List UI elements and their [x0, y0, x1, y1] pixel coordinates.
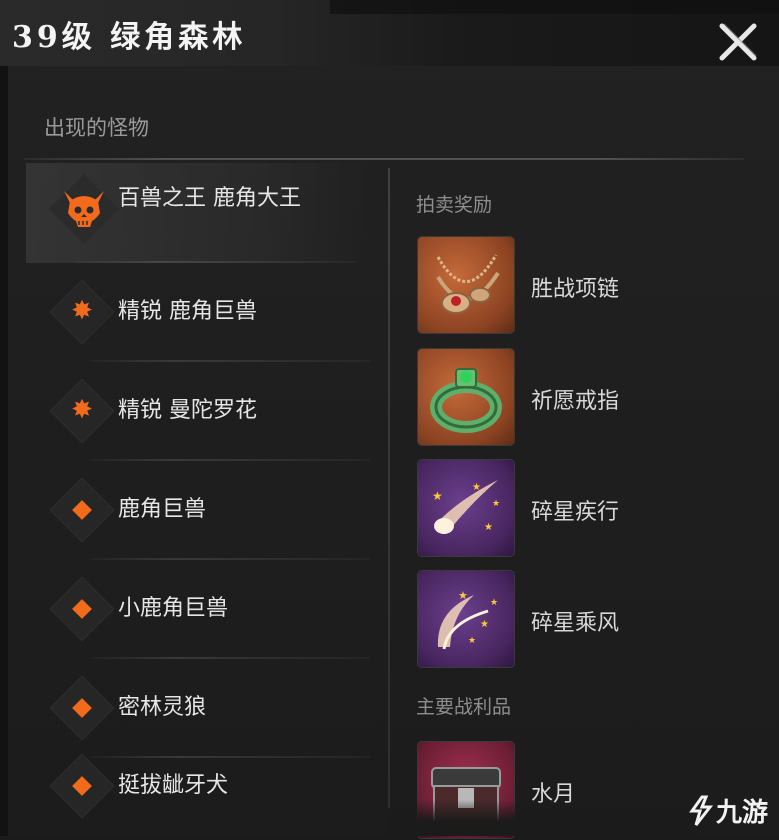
comet-icon: ★ ★ ★ ★ — [418, 460, 514, 556]
monster-name: 小鹿角巨兽 — [118, 596, 229, 621]
comet-wind-icon: ★ ★ ★ ★ — [418, 571, 514, 667]
monster-name: 密林灵狼 — [118, 695, 207, 720]
reward-name: 祈愿戒指 — [531, 389, 620, 414]
monster-item[interactable]: ✸ 精锐 曼陀罗花 — [40, 361, 370, 461]
svg-text:★: ★ — [490, 598, 498, 608]
monster-item[interactable]: 百兽之王 鹿角大王 — [26, 163, 370, 263]
column-divider — [388, 168, 390, 808]
reward-item[interactable]: 胜战项链 — [418, 237, 748, 335]
monster-item[interactable]: 小鹿角巨兽 — [40, 559, 370, 659]
monster-name: 鹿角巨兽 — [118, 497, 207, 522]
necklace-icon — [418, 237, 514, 333]
close-icon — [719, 23, 757, 61]
monster-item[interactable]: 挺拔龇牙犬 — [40, 736, 370, 836]
dungeon-info-panel: 39级 绿角森林 出现的怪物 百兽之王 鹿角大王 ✸ 精锐 鹿角巨兽 ✸ 精锐 … — [0, 0, 779, 838]
monsters-section-label: 出现的怪物 — [44, 116, 149, 140]
svg-text:★: ★ — [468, 636, 476, 646]
monster-item[interactable]: ✸ 精锐 鹿角巨兽 — [40, 262, 370, 362]
svg-text:★: ★ — [432, 489, 443, 503]
loot-section-label: 主要战利品 — [416, 696, 512, 718]
close-button[interactable] — [714, 18, 762, 66]
reward-name: 胜战项链 — [531, 277, 620, 302]
reward-item[interactable]: 祈愿戒指 — [418, 349, 748, 447]
elite-star-icon: ✸ — [71, 395, 93, 425]
reward-item[interactable]: ★ ★ ★ ★ 碎星疾行 — [418, 460, 748, 558]
reward-name: 碎星疾行 — [531, 500, 620, 525]
skull-icon — [64, 191, 104, 227]
svg-text:★: ★ — [484, 522, 493, 533]
monster-name: 精锐 鹿角巨兽 — [118, 299, 257, 324]
svg-text:★: ★ — [492, 499, 500, 509]
reward-name: 碎星乘风 — [531, 611, 620, 636]
auction-section-label: 拍卖奖励 — [416, 194, 493, 216]
dungeon-title: 39级 绿角森林 — [12, 20, 247, 55]
svg-text:★: ★ — [458, 589, 468, 602]
monster-name: 挺拔龇牙犬 — [118, 773, 229, 798]
watermark-text: 九游 — [716, 798, 769, 828]
svg-text:★: ★ — [472, 482, 481, 493]
watermark-logo-icon — [689, 795, 714, 826]
panel-edge — [0, 66, 8, 836]
bottom-fade — [390, 800, 690, 836]
header-divider — [24, 158, 744, 160]
monster-name: 精锐 曼陀罗花 — [118, 398, 257, 423]
monster-name: 百兽之王 鹿角大王 — [118, 186, 301, 211]
svg-text:★: ★ — [480, 619, 489, 630]
elite-star-icon: ✸ — [71, 296, 93, 326]
monster-item[interactable]: 鹿角巨兽 — [40, 460, 370, 560]
ring-icon — [418, 349, 514, 445]
reward-item[interactable]: ★ ★ ★ ★ 碎星乘风 — [418, 571, 748, 669]
